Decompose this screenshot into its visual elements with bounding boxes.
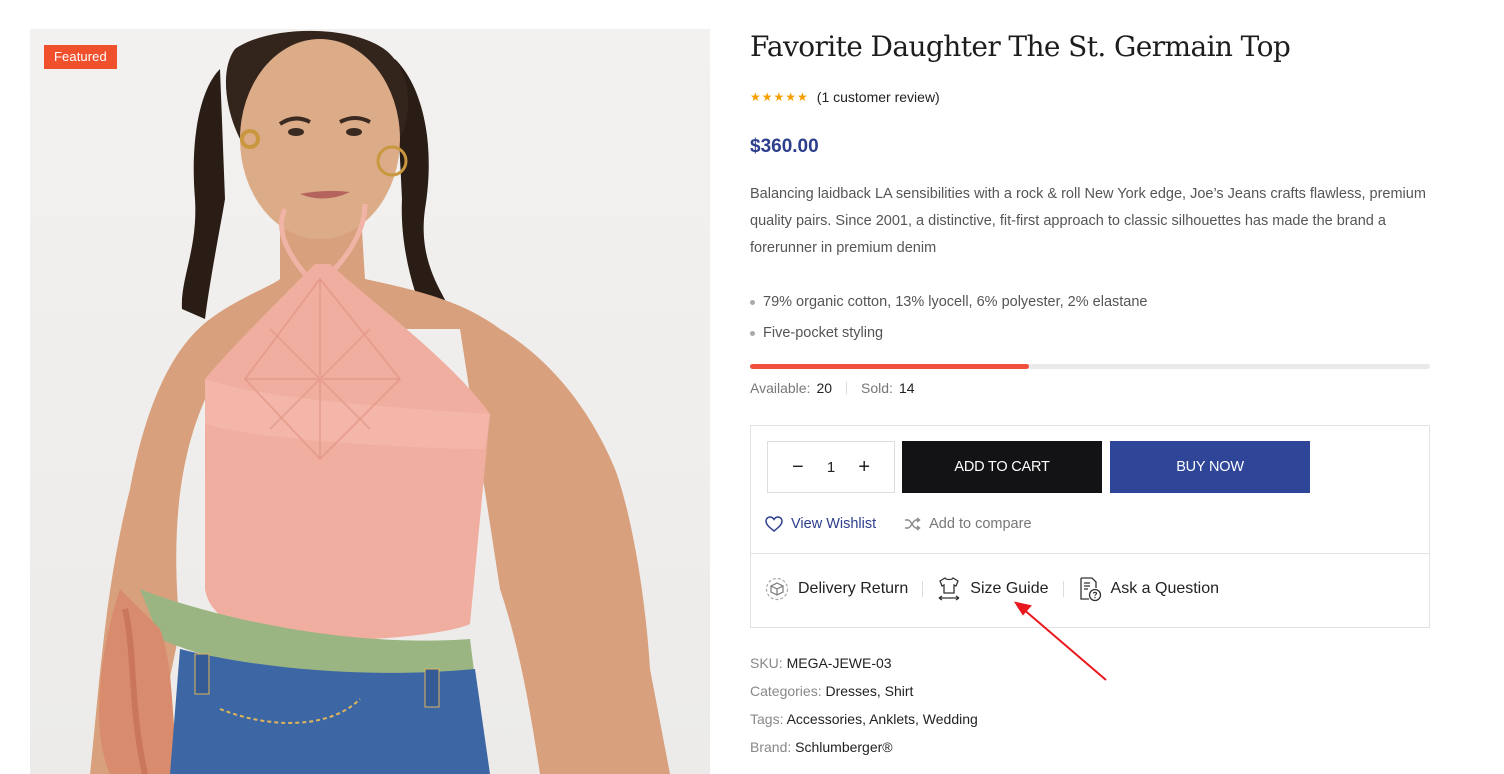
tshirt-ruler-icon [938,577,960,601]
stock-progress-bar [750,364,1430,369]
list-item: 79% organic cotton, 13% lyocell, 6% poly… [750,287,1147,318]
purchase-box: − 1 + ADD TO CART BUY NOW View Wishlist … [750,425,1430,628]
review-count-link[interactable]: (1 customer review) [817,89,940,105]
tag-link[interactable]: Anklets [869,711,915,727]
ask-question-label: Ask a Question [1110,580,1220,597]
product-price: $360.00 [750,136,819,157]
bullet-icon [750,300,755,305]
view-wishlist-link[interactable]: View Wishlist [765,516,876,532]
size-guide-label: Size Guide [970,580,1049,597]
tags-row: Tags: Accessories, Anklets, Wedding [750,711,978,727]
quantity-value[interactable]: 1 [827,459,835,476]
available-count: 20 [816,380,833,396]
add-to-compare-link[interactable]: Add to compare [904,516,1032,532]
compare-label: Add to compare [929,516,1032,532]
add-to-cart-button[interactable]: ADD TO CART [902,441,1102,493]
product-photo [90,30,670,774]
tag-link[interactable]: Accessories [787,711,862,727]
delivery-return-link[interactable]: Delivery Return [765,577,908,601]
sku-label: SKU: [750,655,783,671]
feature-list: 79% organic cotton, 13% lyocell, 6% poly… [750,287,1147,349]
divider [922,581,924,597]
product-description: Balancing laidback LA sensibilities with… [750,186,1426,256]
increase-quantity-button[interactable]: + [858,457,870,477]
tag-link[interactable]: Wedding [923,711,978,727]
divider [751,553,1429,554]
quantity-stepper[interactable]: − 1 + [767,441,895,493]
brand-row: Brand: Schlumberger® [750,736,978,764]
delivery-box-icon [765,577,789,601]
rating: ★★★★★ (1 customer review) [750,89,940,105]
heart-icon [765,516,783,532]
size-guide-link[interactable]: Size Guide [937,576,1049,602]
ask-question-link[interactable]: Ask a Question [1078,576,1220,602]
delivery-return-label: Delivery Return [798,580,909,597]
extra-links: Delivery Return Size Guide Ask a Questio… [765,576,1219,602]
question-doc-icon [1079,577,1101,602]
bullet-icon [750,331,755,336]
list-item: Five-pocket styling [750,318,1147,349]
category-link[interactable]: Shirt [885,683,914,699]
product-meta: SKU: MEGA-JEWE-03 Categories: Dresses, S… [750,652,978,764]
brand-link[interactable]: Schlumberger® [795,739,892,755]
sku-row: SKU: MEGA-JEWE-03 [750,652,978,680]
divider [1062,581,1064,597]
categories-label: Categories: [750,683,822,699]
featured-badge: Featured [44,45,117,69]
available-label: Available: [750,380,811,396]
categories-row: Categories: Dresses, Shirt [750,683,914,699]
star-rating-icon: ★★★★★ [750,90,809,104]
sku-value: MEGA-JEWE-03 [786,655,892,671]
wishlist-label: View Wishlist [791,516,877,532]
sold-label: Sold: [861,380,893,396]
stock-progress-fill [750,364,1029,369]
tags-label: Tags: [750,711,784,727]
category-link[interactable]: Dresses [825,683,876,699]
secondary-actions: View Wishlist Add to compare [765,516,1060,532]
divider [846,382,848,394]
stock-status: Available: 20 Sold: 14 [750,380,915,396]
buy-now-button[interactable]: BUY NOW [1110,441,1310,493]
product-image[interactable]: Featured [30,29,710,774]
decrease-quantity-button[interactable]: − [792,457,804,477]
product-title: Favorite Daughter The St. Germain Top [750,30,1291,63]
brand-label: Brand: [750,739,792,755]
shuffle-icon [905,517,921,531]
sold-count: 14 [898,380,915,396]
